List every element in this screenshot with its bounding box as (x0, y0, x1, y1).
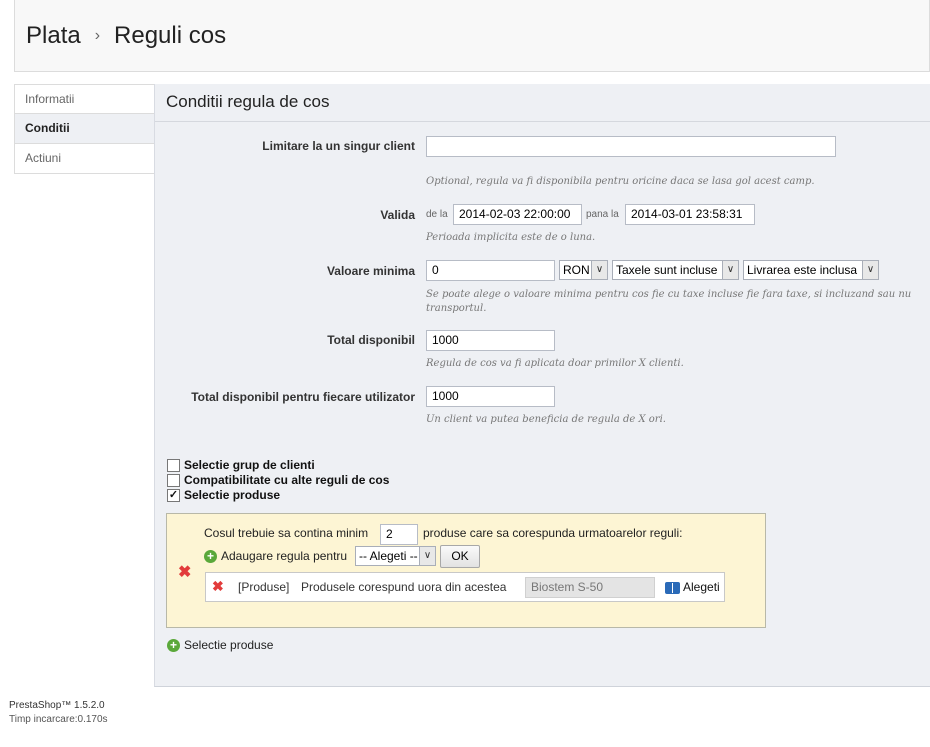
total-available-label: Total disponibil (327, 333, 415, 347)
min-value-label: Valoare minima (326, 264, 415, 278)
delete-group-icon[interactable]: ✖ (178, 562, 191, 582)
product-rule-group: ✖ Cosul trebuie sa contina minim 2 produ… (166, 513, 766, 628)
checkbox-compatibility-label: Compatibilitate cu alte reguli de cos (184, 473, 390, 487)
panel-title: Conditii regula de cos (155, 84, 930, 122)
footer-version: PrestaShop™ 1.5.2.0 (9, 700, 105, 711)
ok-button[interactable]: OK (440, 545, 480, 568)
tab-informatii[interactable]: Informatii (14, 84, 155, 114)
customer-limit-input[interactable] (426, 136, 836, 157)
rule-group-quantity[interactable]: 2 (380, 524, 418, 545)
rule-group-text-after: produse care sa corespunda urmatoarelor … (423, 526, 683, 540)
min-value-hint-line1: Se poate alege o valoare minima pentru c… (426, 289, 912, 300)
chevron-down-icon: ∨ (722, 261, 738, 279)
add-icon: + (204, 550, 217, 564)
shipping-select-value: Livrarea este inclusa (747, 263, 858, 277)
chevron-down-icon: ∨ (591, 261, 607, 279)
valid-label: Valida (380, 208, 415, 222)
min-value-input[interactable]: 0 (426, 260, 555, 281)
checkmark-icon[interactable]: ✓ (167, 488, 180, 502)
chevron-down-icon: ∨ (419, 547, 435, 565)
delete-rule-icon[interactable]: ✖ (212, 578, 224, 595)
add-product-selection-label: Selectie produse (184, 638, 274, 652)
currency-select[interactable]: RON ∨ (559, 260, 608, 280)
min-value-hint-line2: transportul. (426, 303, 487, 314)
tab-conditii[interactable]: Conditii (14, 114, 155, 144)
rule-value: Biostem S-50 (525, 577, 655, 598)
checkbox-product-selection-label: Selectie produse (184, 488, 281, 502)
customer-limit-hint: Optional, regula va fi disponibila pentr… (426, 176, 815, 187)
choose-label: Alegeti (683, 580, 720, 594)
total-available-hint: Regula de cos va fi aplicata doar primil… (426, 358, 684, 369)
tab-actiuni[interactable]: Actiuni (14, 144, 155, 174)
customer-limit-label: Limitare la un singur client (262, 139, 415, 153)
tab-list: Informatii Conditii Actiuni (14, 84, 155, 174)
valid-hint: Perioada implicita este de o luna. (426, 232, 596, 243)
add-rule-select-value: -- Alegeti -- (359, 549, 418, 563)
footer-load-time: Timp incarcare:0.170s (9, 714, 108, 725)
breadcrumb: Plata › Reguli cos (26, 22, 226, 50)
checkbox-product-selection[interactable]: ✓ Selectie produse (167, 488, 280, 502)
valid-to-label: pana la (586, 209, 619, 220)
checkbox-customer-group[interactable]: Selectie grup de clienti (167, 458, 315, 472)
product-rule-row: ✖ [Produse] Produsele corespund uora din… (205, 572, 725, 602)
choose-products-link[interactable]: Alegeti (665, 580, 720, 594)
checkbox-compatibility[interactable]: Compatibilitate cu alte reguli de cos (167, 473, 389, 487)
add-icon: + (167, 639, 180, 653)
breadcrumb-separator-icon: › (94, 27, 101, 44)
rule-type: [Produse] (238, 580, 290, 594)
checkbox-box[interactable] (167, 458, 180, 472)
add-rule-link[interactable]: + Adaugare regula pentru (204, 549, 348, 564)
chevron-down-icon: ∨ (862, 261, 878, 279)
page-title: Reguli cos (114, 22, 227, 49)
min-value-hint: Se poate alege o valoare minima pentru c… (426, 288, 926, 316)
total-per-user-input[interactable]: 1000 (426, 386, 555, 407)
breadcrumb-parent[interactable]: Plata (26, 22, 81, 50)
tax-select-value: Taxele sunt incluse (616, 263, 718, 277)
total-available-input[interactable]: 1000 (426, 330, 555, 351)
footer: PrestaShop™ 1.5.2.0 Timp incarcare:0.170… (9, 699, 108, 727)
checkbox-customer-group-label: Selectie grup de clienti (184, 458, 315, 472)
header-bar: Plata › Reguli cos (14, 0, 930, 72)
valid-to-input[interactable]: 2014-03-01 23:58:31 (625, 204, 755, 225)
rule-group-text-before: Cosul trebuie sa contina minim (204, 526, 369, 540)
valid-from-input[interactable]: 2014-02-03 22:00:00 (453, 204, 582, 225)
add-product-selection-link[interactable]: + Selectie produse (167, 638, 274, 653)
total-per-user-label: Total disponibil pentru fiecare utilizat… (191, 390, 415, 404)
tax-select[interactable]: Taxele sunt incluse ∨ (612, 260, 739, 280)
add-rule-label: Adaugare regula pentru (221, 549, 348, 563)
valid-from-label: de la (426, 209, 448, 220)
currency-select-value: RON (563, 263, 590, 277)
conditions-panel: Conditii regula de cos Limitare la un si… (154, 84, 930, 687)
total-per-user-hint: Un client va putea beneficia de regula d… (426, 414, 666, 425)
shipping-select[interactable]: Livrarea este inclusa ∨ (743, 260, 879, 280)
checkbox-box[interactable] (167, 473, 180, 487)
add-rule-select[interactable]: -- Alegeti -- ∨ (355, 546, 436, 566)
rule-text: Produsele corespund uora din acestea (301, 580, 507, 594)
book-icon (665, 581, 680, 594)
